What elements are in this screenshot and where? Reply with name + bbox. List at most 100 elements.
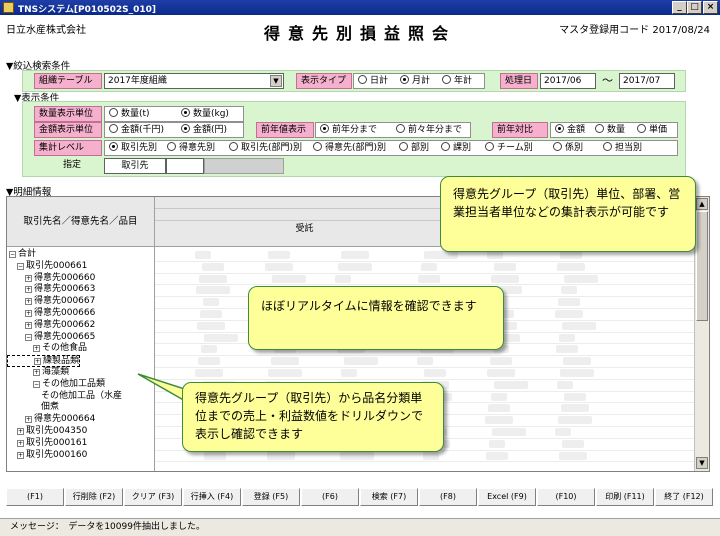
scroll-up-icon[interactable]: ▲ (696, 198, 708, 210)
display-type-option-yearly[interactable]: 年計 (442, 74, 472, 88)
level-option-team[interactable]: チーム別 (485, 141, 533, 155)
prev-compare-option-amount[interactable]: 金額 (555, 123, 585, 137)
f4-insert-row-button[interactable]: 行挿入 (F4) (183, 488, 241, 506)
expand-icon[interactable]: + (17, 428, 24, 435)
masked-value (204, 333, 238, 342)
expand-icon[interactable]: + (25, 321, 32, 329)
masked-value (424, 369, 446, 377)
level-option-customer[interactable]: 得意先別 (167, 141, 215, 155)
close-button[interactable]: × (703, 1, 718, 14)
level-option-customer-group-dept[interactable]: 取引先(部門)別 (229, 141, 302, 155)
expand-icon[interactable]: + (25, 298, 32, 306)
masked-value (558, 416, 592, 425)
f9-excel-button[interactable]: Excel (F9) (478, 488, 536, 506)
tree-row[interactable]: + 得意先000663 (7, 284, 95, 296)
masked-value (196, 286, 230, 295)
maximize-button[interactable]: □ (687, 1, 702, 14)
company-name: 日立水産株式会社 (6, 25, 86, 36)
designate-type-field[interactable]: 取引先 (104, 158, 166, 174)
tree-row-label: その他加工品類 (42, 378, 106, 389)
amount-unit-option-thousand[interactable]: 金額(千円) (109, 123, 164, 137)
tree-row[interactable]: + その他食品 (7, 343, 87, 355)
amount-unit-option-yen[interactable]: 金額(円) (181, 123, 227, 137)
expand-icon[interactable]: + (25, 286, 32, 294)
function-key-bar: (F1) 行削除 (F2) クリア (F3) 行挿入 (F4) 登録 (F5) … (6, 488, 714, 506)
scroll-down-icon[interactable]: ▼ (696, 457, 708, 469)
level-option-division[interactable]: 部別 (399, 141, 429, 155)
prev-year-option-2[interactable]: 前々年分まで (396, 123, 462, 137)
tree-view[interactable]: − 合計 − 取引先000661 + 得意先000660 + 得意先000663 + 得意先000… (7, 247, 155, 471)
f6-button[interactable]: (F6) (301, 488, 359, 506)
tree-row[interactable]: + 練製品類 (7, 355, 81, 367)
expand-icon[interactable]: + (33, 345, 40, 353)
f3-clear-button[interactable]: クリア (F3) (124, 488, 182, 506)
masked-value (487, 251, 503, 259)
tree-row[interactable]: その他加工品（水産 (7, 391, 122, 403)
prev-compare-option-qty[interactable]: 数量 (595, 123, 625, 137)
masked-value (195, 369, 223, 377)
tree-row-label: 得意先000664 (34, 414, 96, 425)
display-type-option-daily[interactable]: 日計 (358, 74, 388, 88)
expand-icon[interactable]: + (34, 358, 41, 366)
tree-row[interactable]: + 取引先004350 (7, 426, 87, 438)
collapse-icon[interactable]: − (17, 262, 24, 270)
scroll-thumb[interactable] (696, 211, 708, 321)
masked-value (201, 345, 217, 354)
tree-row[interactable]: 佃煮 (7, 402, 59, 414)
tree-row[interactable]: + 得意先000666 (7, 308, 95, 320)
qty-unit-option-kg[interactable]: 数量(kg) (181, 107, 229, 121)
collapse-icon[interactable]: − (9, 251, 16, 258)
tree-row[interactable]: − 合計 (7, 249, 36, 261)
f8-button[interactable]: (F8) (419, 488, 477, 506)
expand-icon[interactable]: + (25, 310, 32, 317)
masked-value (335, 274, 351, 283)
level-option-section[interactable]: 課別 (441, 141, 471, 155)
f7-search-button[interactable]: 検索 (F7) (360, 488, 418, 506)
vertical-scrollbar[interactable]: ▲ ▼ (694, 197, 709, 471)
tree-row[interactable]: + 海藻類 (7, 367, 69, 379)
f2-delete-row-button[interactable]: 行削除 (F2) (65, 488, 123, 506)
tree-row[interactable]: − 取引先000661 (7, 261, 87, 273)
masked-value (559, 333, 575, 342)
expand-icon[interactable]: + (17, 451, 24, 459)
f1-button[interactable]: (F1) (6, 488, 64, 506)
tree-row[interactable]: − その他加工品類 (7, 379, 105, 391)
collapse-icon[interactable]: − (25, 333, 32, 341)
date-to-input[interactable]: 2017/07 (619, 73, 675, 89)
expand-icon[interactable]: + (25, 274, 32, 282)
level-option-customer-dept[interactable]: 得意先(部門)別 (313, 141, 386, 155)
org-table-select[interactable]: 2017年度組織 ▼ (104, 73, 284, 89)
masked-value (265, 262, 293, 271)
window-titlebar: TNSシステム[P010502S_010] _ □ × (0, 0, 720, 15)
tree-row[interactable]: + 得意先000664 (7, 414, 95, 426)
collapse-icon[interactable]: − (33, 380, 40, 388)
tree-row[interactable]: + 得意先000660 (7, 273, 95, 285)
f11-print-button[interactable]: 印刷 (F11) (596, 488, 654, 506)
expand-icon[interactable]: + (25, 416, 32, 424)
tree-row[interactable]: − 得意先000665 (7, 332, 95, 344)
expand-icon[interactable]: + (17, 439, 24, 447)
tree-row[interactable]: + 取引先000160 (7, 450, 87, 462)
f12-exit-button[interactable]: 終了 (F12) (655, 488, 713, 506)
masked-value (418, 274, 440, 283)
masked-value (494, 380, 528, 389)
tree-row-label: その他食品 (42, 343, 88, 354)
level-option-group[interactable]: 係別 (553, 141, 583, 155)
minimize-button[interactable]: _ (672, 1, 687, 14)
expand-icon[interactable]: + (33, 369, 40, 376)
f10-button[interactable]: (F10) (537, 488, 595, 506)
level-option-customer-group[interactable]: 取引先別 (109, 141, 157, 155)
masked-value (421, 262, 437, 271)
designate-code-input[interactable] (166, 158, 204, 174)
chevron-down-icon[interactable]: ▼ (270, 75, 282, 87)
tree-row[interactable]: + 得意先000667 (7, 296, 95, 308)
level-option-staff[interactable]: 担当別 (603, 141, 642, 155)
tree-row[interactable]: + 得意先000662 (7, 320, 95, 332)
tree-row[interactable]: + 取引先000161 (7, 438, 87, 450)
prev-compare-option-price[interactable]: 単価 (637, 123, 667, 137)
qty-unit-option-t[interactable]: 数量(t) (109, 107, 150, 121)
date-from-input[interactable]: 2017/06 (540, 73, 596, 89)
display-type-option-monthly[interactable]: 月計 (400, 74, 430, 88)
f5-register-button[interactable]: 登録 (F5) (242, 488, 300, 506)
prev-year-option-1[interactable]: 前年分まで (320, 123, 377, 137)
